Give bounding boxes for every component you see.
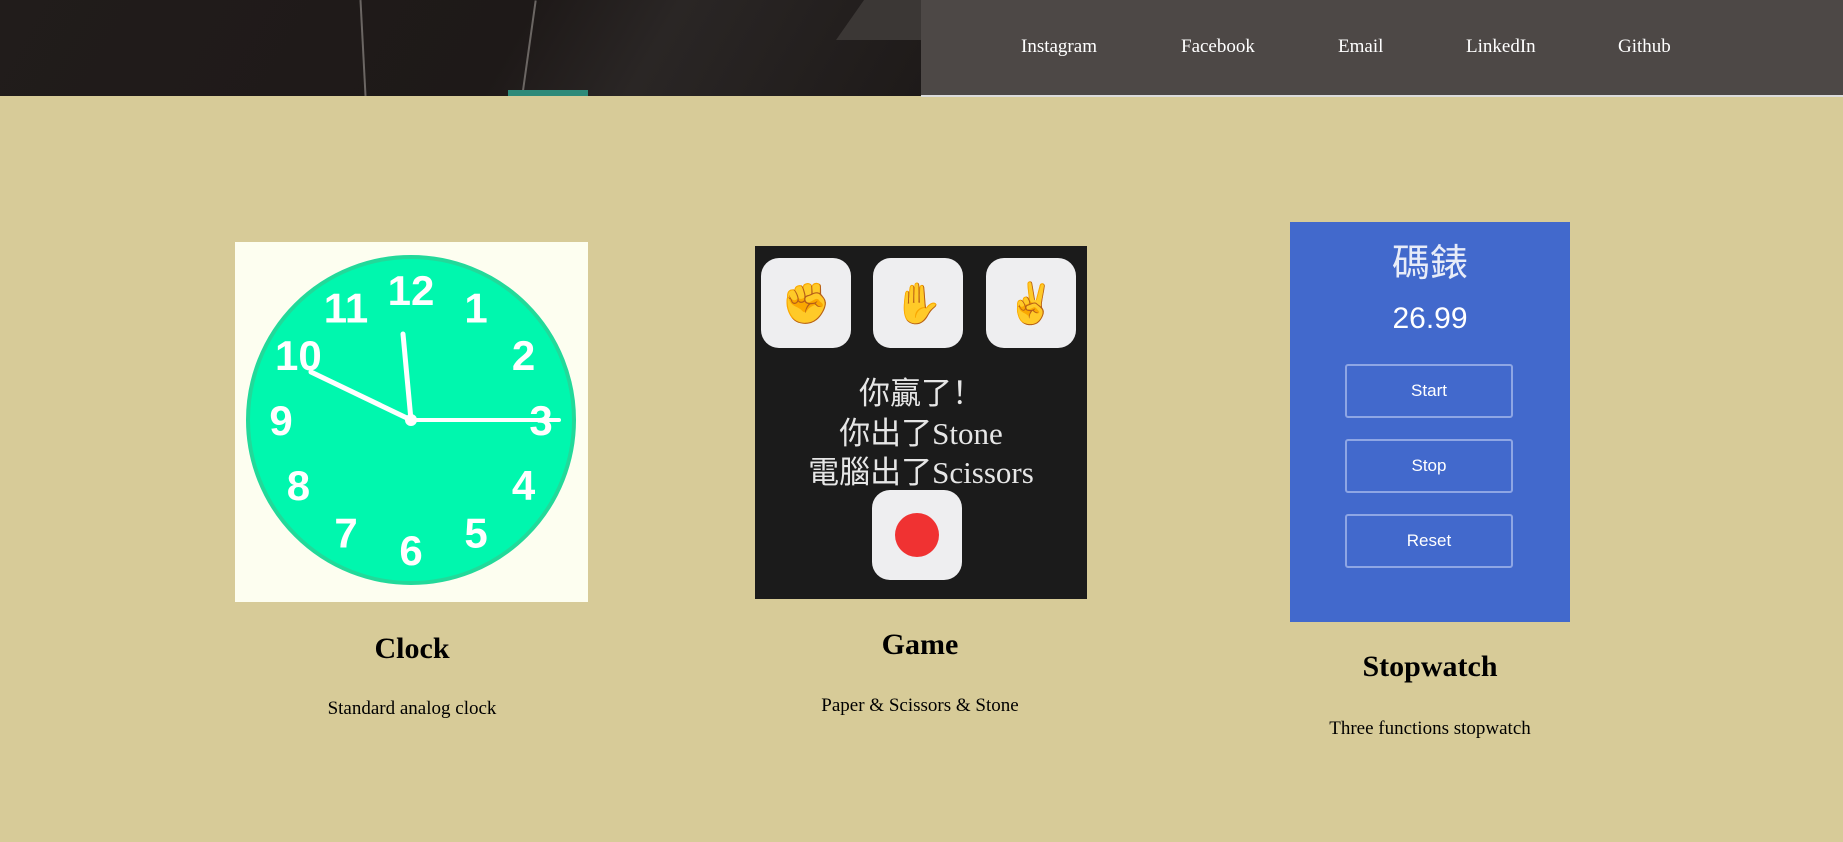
project-card-clock[interactable]: 12 1 2 3 4 5 6 7 8 9 10 11 Clock Standard analog cl… xyxy=(185,242,639,732)
stopwatch-description: Three functions stopwatch xyxy=(1329,718,1531,739)
stopwatch-preview-image[interactable]: 碼錶 26.99 Start Stop Reset xyxy=(1290,222,1570,622)
stopwatch-stop-button: Stop xyxy=(1345,439,1513,493)
clock-number: 12 xyxy=(388,267,435,314)
clock-number: 7 xyxy=(334,510,357,557)
clock-preview-image[interactable]: 12 1 2 3 4 5 6 7 8 9 10 11 xyxy=(235,242,588,602)
clock-number: 5 xyxy=(464,510,487,557)
game-computer-text: 電腦出了Scissors xyxy=(808,455,1034,490)
clock-number: 8 xyxy=(287,462,310,509)
clock-number: 1 xyxy=(464,284,487,331)
nav-github-link[interactable]: Github xyxy=(1618,36,1671,58)
clock-title: Clock xyxy=(374,632,450,665)
project-card-game[interactable]: ✊ ✋ ✌ 你贏了！ 你出了Stone 電腦出了Scissors Game Pa… xyxy=(730,246,1110,726)
nav-instagram-link[interactable]: Instagram xyxy=(1021,36,1097,58)
stopwatch-start-button: Start xyxy=(1345,364,1513,418)
project-card-stopwatch[interactable]: 碼錶 26.99 Start Stop Reset Stopwatch Thre… xyxy=(1240,222,1620,742)
record-button-icon xyxy=(872,490,962,580)
clock-number: 11 xyxy=(324,284,368,331)
fist-icon: ✊ xyxy=(761,258,851,348)
clock-number: 4 xyxy=(512,462,536,509)
game-result-text: 你贏了！ xyxy=(859,376,983,412)
nav-email-link[interactable]: Email xyxy=(1338,36,1383,58)
hero-image xyxy=(0,0,921,96)
stopwatch-preview-title: 碼錶 xyxy=(1391,241,1468,285)
stopwatch-title: Stopwatch xyxy=(1362,650,1498,683)
clock-number: 9 xyxy=(269,397,292,444)
stopwatch-preview-time: 26.99 xyxy=(1392,302,1468,335)
victory-icon: ✌ xyxy=(986,258,1076,348)
game-description: Paper & Scissors & Stone xyxy=(821,695,1019,716)
navbar: Instagram Facebook Email LinkedIn Github xyxy=(921,0,1843,97)
clock-number: 6 xyxy=(399,527,422,574)
stopwatch-reset-button: Reset xyxy=(1345,514,1513,568)
clock-face: 12 1234567891011 xyxy=(246,255,576,585)
nav-facebook-link[interactable]: Facebook xyxy=(1181,36,1255,58)
game-preview-image[interactable]: ✊ ✋ ✌ 你贏了！ 你出了Stone 電腦出了Scissors xyxy=(755,246,1087,599)
clock-number: 2 xyxy=(512,332,535,379)
game-title: Game xyxy=(881,628,959,661)
nav-linkedin-link[interactable]: LinkedIn xyxy=(1466,36,1536,58)
clock-description: Standard analog clock xyxy=(327,698,497,719)
hand-icon: ✋ xyxy=(873,258,963,348)
